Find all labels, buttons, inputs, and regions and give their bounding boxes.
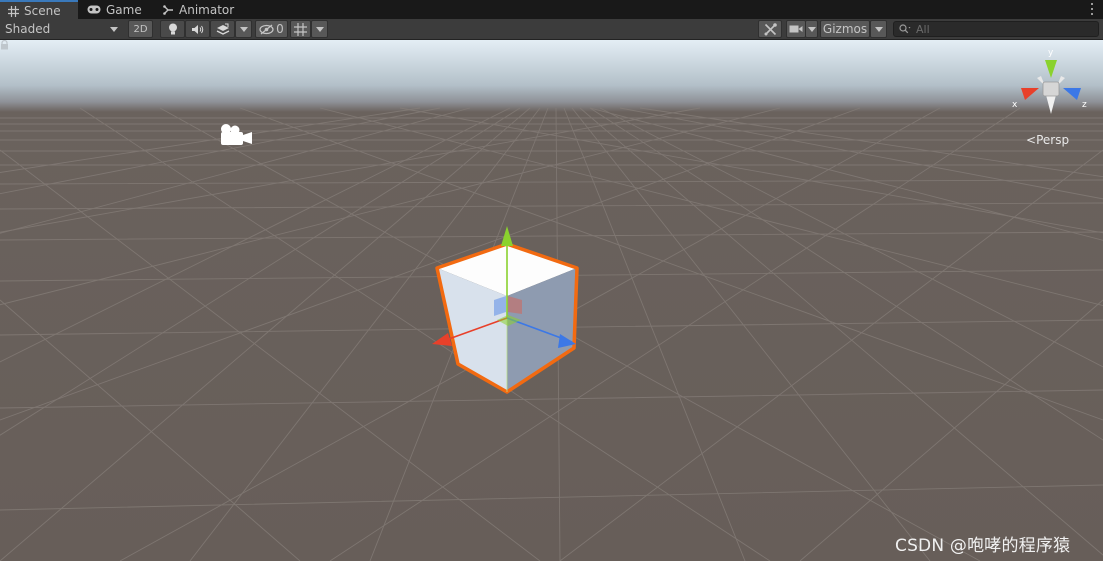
projection-label: Persp	[1036, 133, 1070, 147]
scene-visibility-button[interactable]: 0	[255, 20, 288, 38]
lock-icon[interactable]	[0, 40, 9, 50]
window-tab-bar: Scene Game Animator	[0, 0, 1103, 20]
effects-toggle-button[interactable]	[210, 20, 235, 38]
lighting-toggle-button[interactable]	[160, 20, 185, 38]
video-camera-icon	[789, 25, 803, 33]
tab-menu-icon[interactable]	[1089, 2, 1095, 16]
search-placeholder: All	[916, 22, 930, 36]
tab-scene[interactable]: Scene	[0, 0, 78, 20]
scene-viewport[interactable]: y x z <Persp	[0, 40, 1103, 561]
projection-toggle[interactable]: <Persp	[1026, 133, 1069, 147]
layers-effects-icon	[216, 23, 229, 35]
2d-toggle-button[interactable]: 2D	[128, 20, 153, 38]
animator-icon	[163, 4, 173, 15]
scene-camera-button[interactable]	[786, 20, 806, 38]
search-icon	[899, 24, 911, 34]
chevron-down-icon	[874, 26, 883, 32]
tab-scene-label: Scene	[24, 4, 61, 18]
grid-dropdown-button[interactable]	[311, 20, 328, 38]
chevron-down-icon	[315, 26, 324, 32]
draw-mode-dropdown[interactable]: Shaded	[0, 20, 123, 38]
audio-toggle-button[interactable]	[185, 20, 210, 38]
tools-icon	[764, 22, 777, 35]
gizmo-y-label: y	[1048, 48, 1054, 58]
gizmo-z-label: z	[1082, 100, 1087, 110]
tab-game-label: Game	[106, 2, 142, 17]
scene-canvas: y x z	[0, 48, 1103, 561]
tab-animator[interactable]: Animator	[155, 0, 245, 19]
scene-camera-dropdown[interactable]	[805, 20, 818, 38]
tools-toggle-button[interactable]	[758, 20, 782, 38]
tab-game[interactable]: Game	[79, 0, 153, 19]
hidden-count: 0	[276, 22, 284, 36]
watermark-text: CSDN @咆哮的程序猿	[895, 536, 1071, 556]
2d-toggle-label: 2D	[133, 23, 148, 35]
speaker-icon	[192, 24, 204, 34]
gizmos-label: Gizmos	[822, 22, 868, 36]
chevron-down-icon	[239, 26, 248, 32]
tab-animator-label: Animator	[179, 2, 235, 17]
hierarchy-search-input[interactable]: All	[893, 21, 1099, 37]
hidden-eye-icon	[259, 23, 274, 35]
lightbulb-icon	[168, 23, 177, 35]
draw-mode-value: Shaded	[5, 22, 51, 36]
chevron-left-icon: <	[1026, 133, 1037, 147]
grid-toggle-button[interactable]	[290, 20, 311, 38]
scene-camera-icon	[221, 124, 252, 145]
chevron-down-icon	[807, 26, 816, 32]
gamepad-icon	[87, 5, 101, 14]
orientation-gizmo: y x z	[1012, 48, 1087, 114]
effects-dropdown-button[interactable]	[235, 20, 252, 38]
gizmos-button[interactable]: Gizmos	[820, 20, 870, 38]
chevron-down-icon	[110, 26, 118, 32]
gizmos-dropdown-button[interactable]	[870, 20, 887, 38]
grid-snap-icon	[294, 22, 307, 36]
grid-icon	[8, 5, 19, 17]
gizmo-x-label: x	[1012, 100, 1018, 110]
